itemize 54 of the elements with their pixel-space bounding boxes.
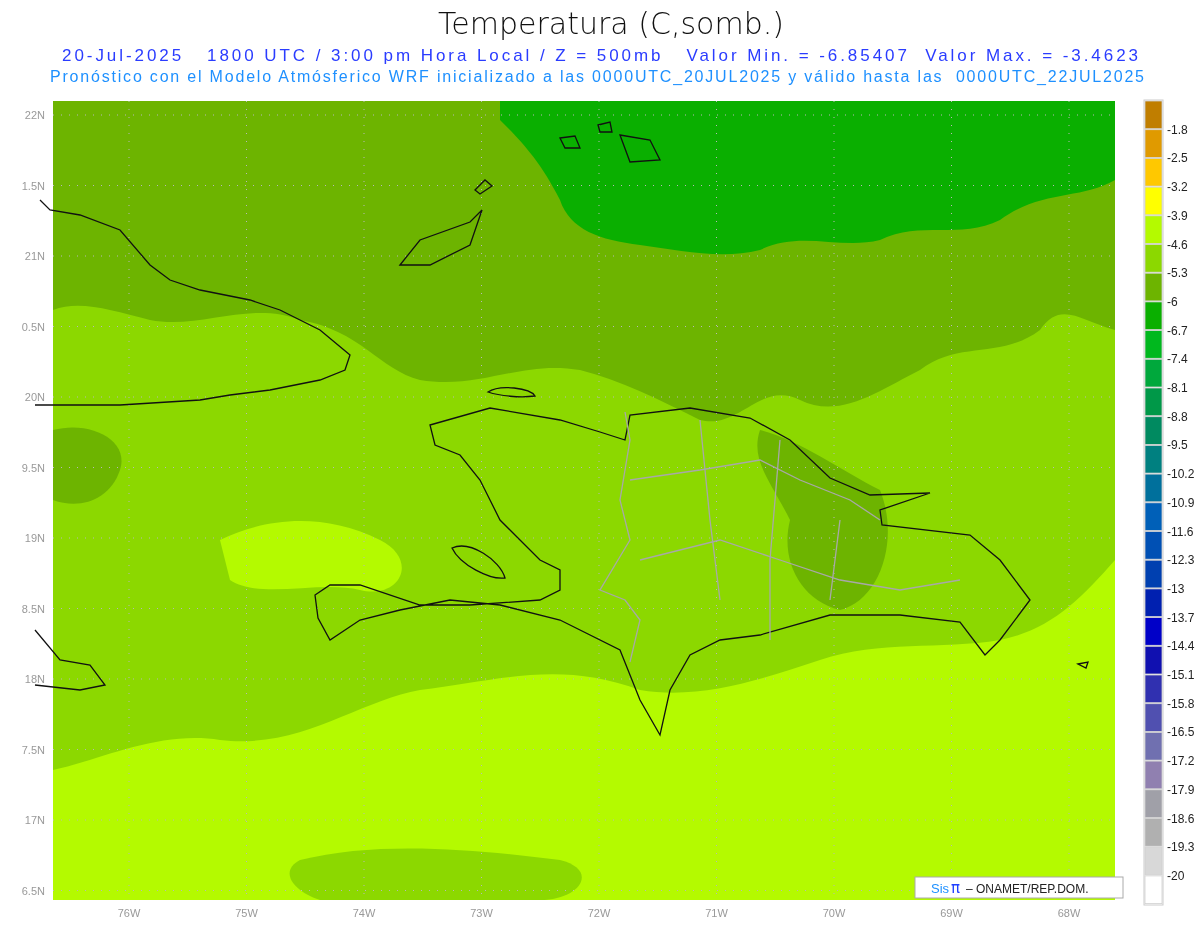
axis-label: 72W bbox=[587, 907, 611, 919]
legend-label: -2.5 bbox=[1167, 151, 1188, 166]
axis-label: 76W bbox=[117, 907, 141, 919]
axis-label: 19N bbox=[24, 532, 45, 544]
legend-label: -3.9 bbox=[1167, 208, 1188, 223]
subtitle: Pronóstico con el Modelo Atmósferico WRF inicializado a las 0000UTC_20JUL2025 y válido hasta las 0000UTC_22JUL2025 bbox=[50, 68, 1144, 85]
axis-label: 1.5N bbox=[21, 179, 45, 192]
axis-label: 71W bbox=[705, 907, 728, 919]
legend-label: -4.6 bbox=[1167, 237, 1188, 252]
legend-label: -13 bbox=[1167, 581, 1185, 596]
axis-label: 7.5N bbox=[21, 743, 45, 756]
legend-label: -7.4 bbox=[1167, 352, 1188, 367]
axis-label: 9.5N bbox=[21, 461, 45, 474]
axis-label: 0.5N bbox=[21, 320, 45, 333]
brand-label: Sis bbox=[931, 881, 950, 896]
brand-symbol: π bbox=[951, 879, 961, 897]
axis-label: 20N bbox=[24, 391, 45, 403]
axis-label: 74W bbox=[352, 907, 376, 919]
legend-label: -13.7 bbox=[1167, 610, 1195, 625]
legend-label: -15.1 bbox=[1167, 668, 1195, 682]
chart-title: Temperatura (C,somb.) bbox=[438, 6, 784, 41]
axis-label: 18N bbox=[24, 673, 45, 685]
axis-label: 75W bbox=[235, 907, 258, 919]
axis-label: 68W bbox=[1057, 907, 1081, 919]
legend-label: -11.6 bbox=[1167, 524, 1194, 539]
legend-label: -9.5 bbox=[1167, 438, 1188, 453]
legend-label: -10.2 bbox=[1167, 467, 1195, 482]
axis-label: 8.5N bbox=[21, 602, 45, 615]
axis-label: 21N bbox=[24, 250, 45, 262]
legend-label: -17.9 bbox=[1167, 782, 1195, 797]
legend-label: -3.2 bbox=[1167, 180, 1188, 195]
legend-label: -10.9 bbox=[1167, 495, 1195, 510]
legend-label: -16.5 bbox=[1167, 725, 1195, 740]
legend-label: -1.8 bbox=[1167, 122, 1188, 137]
legend-label: -8.1 bbox=[1167, 381, 1188, 395]
legend-label: -15.8 bbox=[1167, 696, 1195, 711]
credit-text: – ONAMET/REP.DOM. bbox=[966, 882, 1089, 896]
axis-label: 69W bbox=[940, 907, 963, 919]
axis-label: 70W bbox=[822, 907, 846, 919]
legend-label: -14.4 bbox=[1167, 639, 1195, 654]
legend-label: -20 bbox=[1167, 868, 1185, 883]
axis-label: 6.5N bbox=[21, 884, 45, 897]
axis-label: 17N bbox=[24, 814, 45, 826]
legend-label: -17.2 bbox=[1167, 754, 1195, 769]
legend-label: -8.8 bbox=[1167, 409, 1188, 424]
legend-label: -6 bbox=[1167, 294, 1178, 309]
legend-label: -18.6 bbox=[1167, 811, 1195, 826]
legend-label: -6.7 bbox=[1167, 323, 1188, 338]
legend-label: -12.3 bbox=[1167, 553, 1195, 568]
subtitle: 20-Jul-2025 1800 UTC / 3:00 pm Hora Local / Z = 500mb Valor Min. = -6.85407 Valor Max. = -3.4623 bbox=[62, 46, 1138, 65]
axis-label: 73W bbox=[470, 907, 493, 919]
legend-label: -5.3 bbox=[1167, 266, 1188, 281]
axis-label: 22N bbox=[24, 109, 45, 121]
legend-label: -19.3 bbox=[1167, 840, 1195, 855]
